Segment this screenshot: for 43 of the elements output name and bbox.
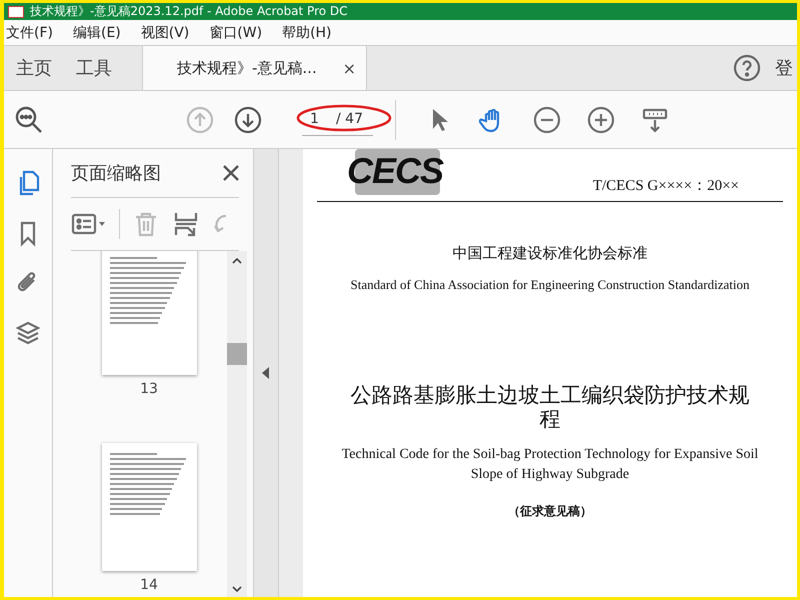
close-icon[interactable] xyxy=(223,165,239,181)
menu-item[interactable]: 文件(F) xyxy=(6,24,53,42)
page-count: / 47 xyxy=(336,111,363,127)
tool-button[interactable] xyxy=(532,106,561,134)
page-number: 14 xyxy=(140,577,158,593)
menu-item[interactable]: 编辑(E) xyxy=(72,24,121,42)
page-nav-button[interactable] xyxy=(234,106,262,134)
scrollbar[interactable] xyxy=(227,251,247,597)
app-icon xyxy=(8,6,24,18)
sidebar-button[interactable] xyxy=(14,319,42,347)
tab[interactable]: 技术规程》-意见稿... × xyxy=(142,46,367,90)
document-title: 公路路基膨胀土边坡土工编织袋防护技术规程 xyxy=(350,383,750,431)
tab[interactable]: 主页 xyxy=(4,46,64,90)
standard-org-title: 中国工程建设标准化协会标准 xyxy=(452,244,648,263)
document-subtitle: Technical Code for the Soil-bag Protection Technology for Expansive Soil Slope of Highway Subgrade xyxy=(340,446,760,484)
standard-code: T/CECS G××××：20×× xyxy=(592,177,739,195)
standard-org-subtitle: Standard of China Association for Engineering Construction Standardization xyxy=(350,277,750,293)
scrollbar-thumb[interactable] xyxy=(227,343,247,365)
page-thumbnail[interactable] xyxy=(102,443,196,571)
tool-button[interactable] xyxy=(586,106,615,134)
collapse-icon[interactable] xyxy=(262,367,270,379)
draft-label: （征求意见稿） xyxy=(508,503,592,520)
panel-tool-button[interactable] xyxy=(71,212,107,236)
menu-item[interactable]: 窗口(W) xyxy=(209,24,262,42)
zoom-in-icon xyxy=(586,106,615,134)
help-icon[interactable] xyxy=(733,54,761,82)
sign-in-link[interactable]: 登 xyxy=(775,56,793,80)
tab[interactable]: 工具 xyxy=(64,46,124,90)
layers-icon xyxy=(14,319,42,347)
menu-item[interactable]: 帮助(H) xyxy=(282,24,332,42)
panel-tool-button[interactable] xyxy=(172,210,200,238)
page-number-field[interactable]: 1 xyxy=(310,111,322,127)
page-insert-icon xyxy=(172,210,200,238)
window-title: 技术规程》-意见稿2023.12.pdf - Adobe Acrobat Pro DC xyxy=(30,4,348,19)
page-number: 13 xyxy=(140,381,158,397)
menu-item[interactable]: 视图(V) xyxy=(140,24,190,42)
page-thumbnail[interactable] xyxy=(102,251,196,375)
panel-title: 页面缩略图 xyxy=(71,162,161,185)
tab-label: 技术规程》-意见稿... xyxy=(177,58,317,78)
zoom-out-icon xyxy=(532,106,561,134)
options-icon xyxy=(71,212,107,236)
close-tab-button[interactable]: × xyxy=(342,58,356,78)
search-button[interactable] xyxy=(14,104,44,134)
